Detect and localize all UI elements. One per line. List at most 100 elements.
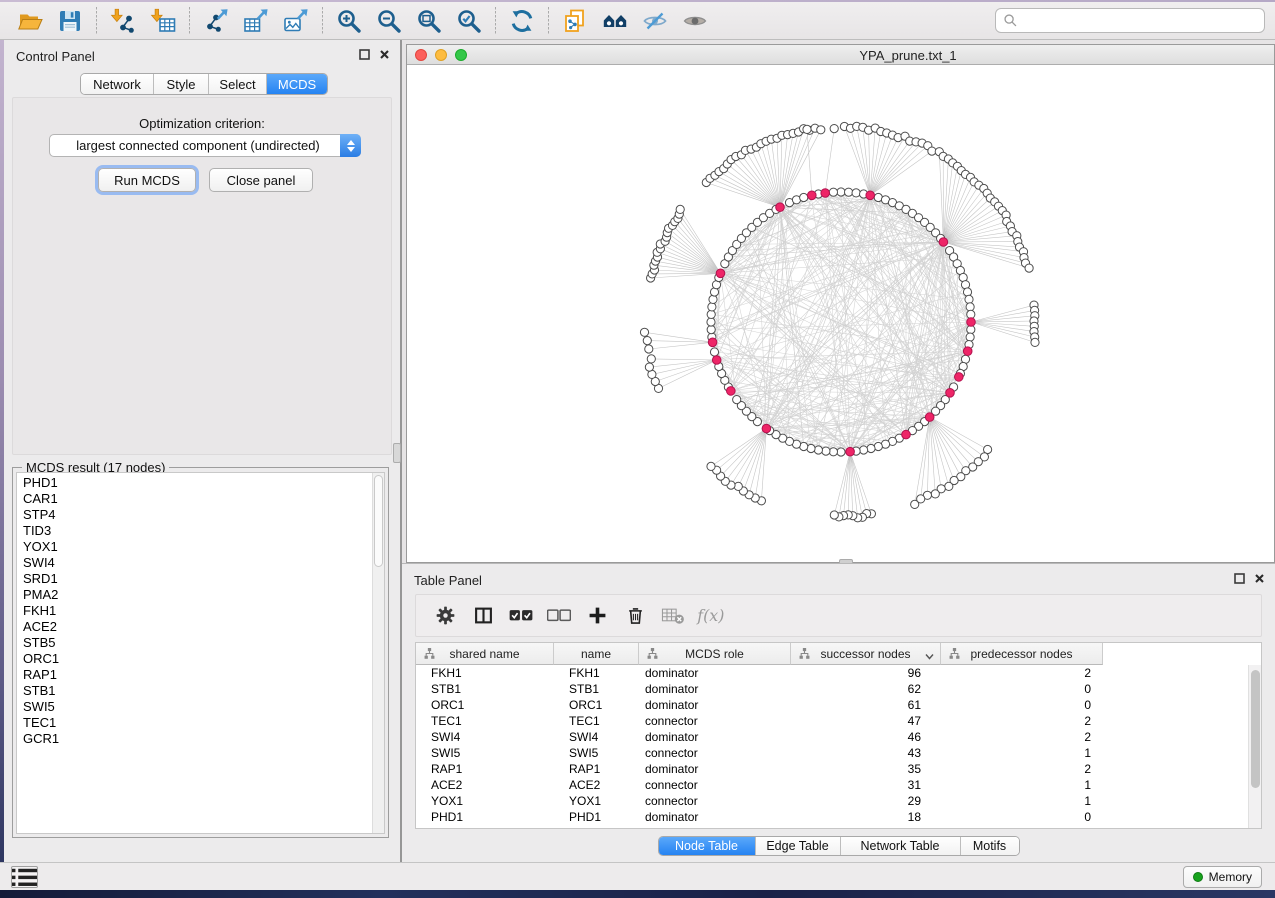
table-tabs: Node TableEdge TableNetwork TableMotifs <box>658 836 1020 856</box>
float-table-panel-icon[interactable] <box>1234 573 1245 584</box>
cell-predecessor-nodes: 2 <box>941 762 1103 776</box>
deselect-all-icon <box>547 609 571 622</box>
tab-edge-table[interactable]: Edge Table <box>756 837 841 855</box>
add-row-button[interactable] <box>586 605 608 627</box>
cell-predecessor-nodes: 1 <box>941 794 1103 808</box>
deselect-all-button[interactable] <box>548 605 570 627</box>
table-row[interactable]: YOX1YOX1connector291 <box>416 793 1261 809</box>
column-header-shared-name[interactable]: shared name <box>416 643 554 665</box>
network-graph[interactable] <box>407 66 1274 562</box>
select-all-button[interactable] <box>510 605 532 627</box>
columns-button[interactable] <box>472 605 494 627</box>
close-panel-icon[interactable] <box>379 49 390 60</box>
window-minimize-icon[interactable] <box>435 49 447 61</box>
export-network-button[interactable] <box>196 5 236 37</box>
search-input[interactable] <box>1023 13 1257 29</box>
zoom-selected-button[interactable] <box>449 5 489 37</box>
mcds-result-list[interactable]: PHD1CAR1STP4TID3YOX1SWI4SRD1PMA2FKH1ACE2… <box>16 472 385 834</box>
desktop-edge-bottom <box>0 890 1275 898</box>
show-all-button[interactable] <box>675 5 715 37</box>
settings-button[interactable] <box>434 605 456 627</box>
task-history-button[interactable] <box>11 866 38 888</box>
tab-network-table[interactable]: Network Table <box>841 837 961 855</box>
delete-row-button[interactable] <box>624 605 646 627</box>
table-row[interactable]: ORC1ORC1dominator610 <box>416 697 1261 713</box>
search-field[interactable] <box>995 8 1265 33</box>
table-row[interactable]: RAP1RAP1dominator352 <box>416 761 1261 777</box>
save-session-button[interactable] <box>50 5 90 37</box>
tab-mcds[interactable]: MCDS <box>267 74 327 94</box>
tab-node-table[interactable]: Node Table <box>659 837 756 855</box>
tab-network[interactable]: Network <box>81 74 154 94</box>
delete-table-icon <box>661 606 685 625</box>
mcds-result-item[interactable]: CAR1 <box>23 491 384 507</box>
table-row[interactable]: ACE2ACE2connector311 <box>416 777 1261 793</box>
open-session-button[interactable] <box>10 5 50 37</box>
apply-layout-button[interactable] <box>502 5 542 37</box>
network-canvas[interactable] <box>407 66 1274 562</box>
first-neighbors-icon <box>602 8 628 34</box>
table-row[interactable]: SWI4SWI4dominator462 <box>416 729 1261 745</box>
tab-select[interactable]: Select <box>209 74 267 94</box>
mcds-result-item[interactable]: SWI4 <box>23 555 384 571</box>
vertical-splitter-handle[interactable] <box>393 443 401 463</box>
tab-motifs[interactable]: Motifs <box>961 837 1019 855</box>
mcds-result-item[interactable]: TEC1 <box>23 715 384 731</box>
export-table-button[interactable] <box>236 5 276 37</box>
mcds-result-item[interactable]: FKH1 <box>23 603 384 619</box>
mcds-result-item[interactable]: RAP1 <box>23 667 384 683</box>
network-window-titlebar[interactable]: YPA_prune.txt_1 <box>407 45 1274 65</box>
mcds-result-item[interactable]: PHD1 <box>23 475 384 491</box>
mcds-result-item[interactable]: ORC1 <box>23 651 384 667</box>
window-maximize-icon[interactable] <box>455 49 467 61</box>
column-header-successor-nodes[interactable]: successor nodes <box>791 643 941 665</box>
mcds-result-item[interactable]: SWI5 <box>23 699 384 715</box>
main-toolbar <box>0 2 1275 40</box>
mcds-list-scrollbar[interactable] <box>372 473 384 833</box>
mcds-result-item[interactable]: STB5 <box>23 635 384 651</box>
close-table-panel-icon[interactable] <box>1254 573 1265 584</box>
column-header-name[interactable]: name <box>554 643 639 665</box>
mcds-result-item[interactable]: GCR1 <box>23 731 384 747</box>
table-row[interactable]: FKH1FKH1dominator962 <box>416 665 1261 681</box>
mcds-result-item[interactable]: YOX1 <box>23 539 384 555</box>
cell-name: FKH1 <box>554 666 639 680</box>
table-row[interactable]: TEC1TEC1connector472 <box>416 713 1261 729</box>
import-network-button[interactable] <box>103 5 143 37</box>
table-scrollbar[interactable] <box>1248 665 1261 828</box>
cell-name: SWI5 <box>554 746 639 760</box>
mcds-result-item[interactable]: ACE2 <box>23 619 384 635</box>
copy-network-button[interactable] <box>555 5 595 37</box>
mcds-result-item[interactable]: SRD1 <box>23 571 384 587</box>
tab-style[interactable]: Style <box>154 74 209 94</box>
close-panel-button[interactable]: Close panel <box>209 168 313 192</box>
zoom-in-button[interactable] <box>329 5 369 37</box>
node-table[interactable]: shared namenameMCDS rolesuccessor nodesp… <box>415 642 1262 829</box>
cell-MCDS-role: dominator <box>639 762 791 776</box>
memory-button[interactable]: Memory <box>1183 866 1262 888</box>
table-row[interactable]: SWI5SWI5connector431 <box>416 745 1261 761</box>
window-close-icon[interactable] <box>415 49 427 61</box>
function-builder-icon: f(x) <box>695 606 727 625</box>
mcds-result-item[interactable]: TID3 <box>23 523 384 539</box>
zoom-out-button[interactable] <box>369 5 409 37</box>
cell-shared-name: YOX1 <box>416 794 554 808</box>
hide-selected-icon <box>642 8 668 34</box>
float-panel-icon[interactable] <box>359 49 370 60</box>
zoom-fit-button[interactable] <box>409 5 449 37</box>
column-header-predecessor-nodes[interactable]: predecessor nodes <box>941 643 1103 665</box>
mcds-result-item[interactable]: PMA2 <box>23 587 384 603</box>
first-neighbors-button[interactable] <box>595 5 635 37</box>
mcds-result-item[interactable]: STP4 <box>23 507 384 523</box>
hide-selected-button[interactable] <box>635 5 675 37</box>
table-row[interactable]: STB1STB1dominator620 <box>416 681 1261 697</box>
criterion-dropdown[interactable]: largest connected component (undirected) <box>49 134 361 157</box>
run-mcds-button[interactable]: Run MCDS <box>98 168 196 192</box>
table-row[interactable]: PHD1PHD1dominator180 <box>416 809 1261 825</box>
export-image-button[interactable] <box>276 5 316 37</box>
import-table-button[interactable] <box>143 5 183 37</box>
toolbar-separator <box>96 7 97 35</box>
cell-shared-name: TEC1 <box>416 714 554 728</box>
mcds-result-item[interactable]: STB1 <box>23 683 384 699</box>
column-header-MCDS-role[interactable]: MCDS role <box>639 643 791 665</box>
